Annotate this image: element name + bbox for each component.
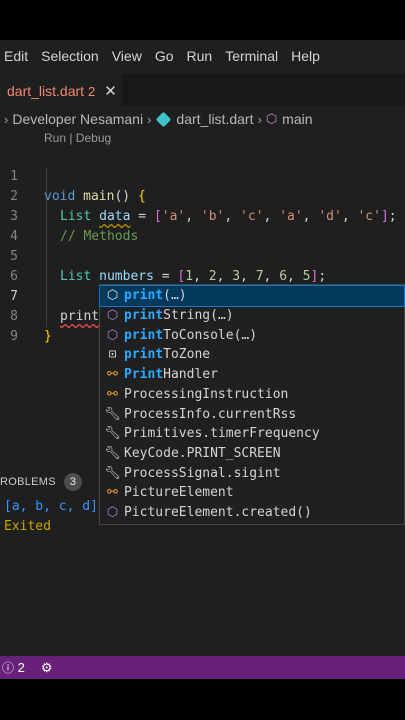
tab-dart-list[interactable]: dart_list.dart 2 ✕: [0, 74, 122, 107]
output-line: [a, b, c, d]: [4, 499, 98, 514]
suggestion-item[interactable]: 🔧︎ ProcessInfo.currentRss: [100, 404, 404, 424]
class-icon: ⚯: [107, 485, 118, 501]
tab-problems[interactable]: ROBLEMS: [0, 476, 56, 488]
chevron-right-icon: ›: [4, 111, 9, 127]
status-bar: ⓘ 2 ⚙: [0, 656, 405, 679]
error-count: 2: [17, 660, 25, 675]
menu-view[interactable]: View: [106, 48, 149, 64]
cube-icon: ⬡: [106, 288, 119, 304]
suggestion-label: PictureElement: [124, 485, 234, 501]
wrench-icon: 🔧︎: [104, 406, 121, 422]
method-icon: ⬡: [265, 111, 278, 126]
suggestion-label: ProcessSignal.sigint: [124, 465, 281, 481]
breadcrumb: › Developer Nesamani › dart_list.dart › …: [0, 108, 405, 130]
suggestion-label: ProcessingInstruction: [124, 386, 289, 402]
vscode-window: Edit Selection View Go Run Terminal Help…: [0, 40, 405, 679]
tab-problem-count: 2: [88, 83, 96, 99]
breadcrumb-file[interactable]: dart_list.dart: [176, 111, 253, 127]
dart-file-icon: [156, 111, 172, 127]
suggestion-item[interactable]: 🔧︎ ProcessSignal.sigint: [100, 463, 404, 483]
menu-selection[interactable]: Selection: [35, 48, 106, 64]
problems-count-badge: 3: [63, 473, 82, 491]
breadcrumb-symbol[interactable]: main: [282, 111, 312, 127]
status-errors[interactable]: ⓘ 2: [2, 659, 25, 676]
suggestion-item[interactable]: ⬡ print ToConsole(…): [100, 325, 404, 345]
wrench-icon: 🔧︎: [104, 426, 121, 442]
method-icon: ⬡: [106, 505, 119, 521]
menu-help[interactable]: Help: [285, 48, 327, 64]
suggestion-item[interactable]: ⬡ print String(…): [100, 306, 404, 326]
code-line: 5 List numbers = [1, 2, 3, 7, 6, 5];: [0, 227, 405, 284]
class-icon: ⚯: [107, 386, 118, 402]
breadcrumb-folder[interactable]: Developer Nesamani: [12, 111, 143, 127]
code-line: 6: [0, 247, 405, 284]
method-icon: ⬡: [106, 308, 119, 324]
error-icon: ⓘ: [2, 661, 15, 675]
suggestion-widget: ⬡ print (…) ⬡ print String(…) ⬡ print ToConsol…: [99, 284, 405, 525]
line-number: 9: [10, 329, 18, 344]
suggestion-label: KeyCode.PRINT_SCREEN: [124, 445, 281, 461]
suggestion-item[interactable]: ⚯ Print Handler: [100, 365, 404, 385]
debug-output: [a, b, c, d] Exited: [4, 497, 98, 537]
suggestion-item[interactable]: 🔧︎ KeyCode.PRINT_SCREEN: [100, 444, 404, 464]
method-icon: ⬡: [106, 327, 119, 343]
suggestion-item[interactable]: ⚯ PictureElement: [100, 483, 404, 503]
suggestion-item[interactable]: 🔧︎ Primitives.timerFrequency: [100, 424, 404, 444]
close-icon[interactable]: ✕: [104, 82, 117, 100]
chevron-right-icon: ›: [147, 111, 152, 127]
tab-bar: dart_list.dart 2 ✕: [0, 74, 405, 107]
code-line: 2 List data = ['a', 'b', 'c', 'a', 'd', …: [0, 167, 405, 224]
class-icon: ⚯: [107, 367, 118, 383]
suggestion-item[interactable]: ⊡ print ToZone: [100, 345, 404, 365]
suggestion-label: ProcessInfo.currentRss: [124, 406, 297, 422]
suggestion-label: Primitives.timerFrequency: [124, 426, 320, 442]
debug-icon[interactable]: ⚙: [41, 660, 53, 676]
code-line: 3 // Methods: [0, 187, 405, 244]
chevron-right-icon: ›: [257, 111, 262, 127]
code-line: 4: [0, 207, 405, 244]
suggestion-item[interactable]: ⬡ print (…): [99, 285, 405, 307]
suggestion-item[interactable]: ⬡ PictureElement.created(): [100, 503, 404, 523]
wrench-icon: 🔧︎: [104, 465, 121, 481]
code-line: 1 void main() {: [0, 147, 405, 204]
menu-go[interactable]: Go: [149, 48, 181, 64]
codelens-run-debug[interactable]: Run | Debug: [44, 131, 111, 145]
field-icon: ⊡: [108, 347, 117, 363]
menu-edit[interactable]: Edit: [0, 48, 35, 64]
output-line: Exited: [4, 519, 51, 534]
menu-terminal[interactable]: Terminal: [219, 48, 285, 64]
tab-label: dart_list.dart: [7, 83, 85, 99]
menu-run[interactable]: Run: [181, 48, 220, 64]
suggestion-label: PictureElement.created(): [124, 505, 312, 521]
suggestion-item[interactable]: ⚯ ProcessingInstruction: [100, 385, 404, 405]
panel-header: ROBLEMS 3: [0, 470, 100, 494]
wrench-icon: 🔧︎: [104, 445, 121, 461]
menu-bar: Edit Selection View Go Run Terminal Help: [0, 40, 405, 72]
